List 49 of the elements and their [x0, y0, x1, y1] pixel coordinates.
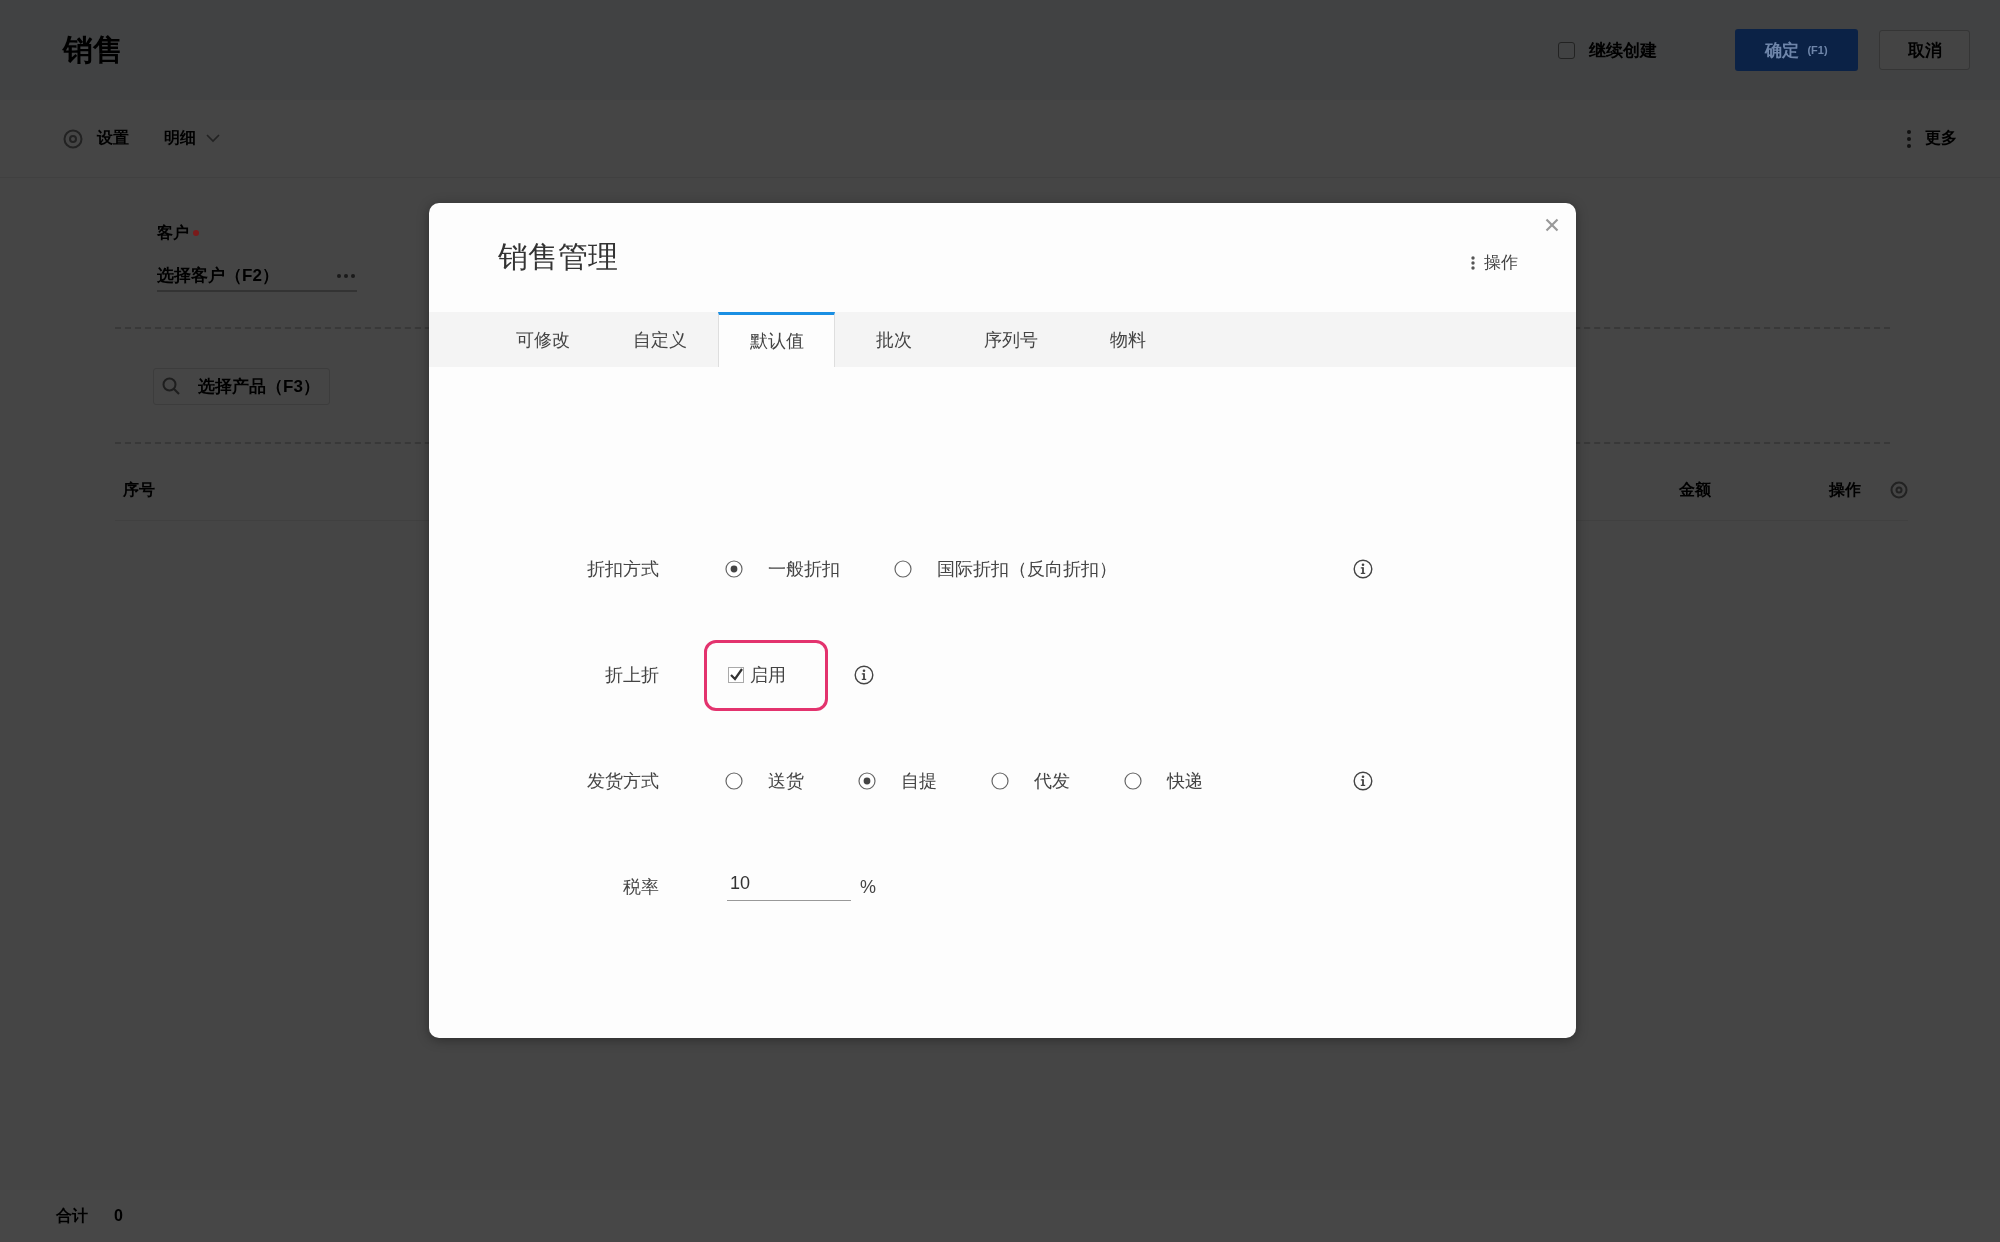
vertical-dots-icon — [1907, 129, 1911, 148]
actions-menu-button[interactable]: 操作 — [1471, 251, 1518, 274]
tab[interactable]: 批次 — [835, 312, 952, 367]
radio-button[interactable] — [725, 772, 743, 790]
customer-field[interactable]: 选择客户（F2） — [157, 262, 357, 292]
field-label: 折扣方式 — [586, 558, 659, 581]
field-label: 客户 — [157, 222, 189, 243]
settings-icon — [63, 128, 83, 149]
search-icon — [162, 377, 180, 395]
unit-label: % — [860, 876, 876, 898]
option-label: 自提 — [901, 770, 937, 793]
radio-button[interactable] — [894, 560, 912, 578]
column-header: 操作 — [1829, 479, 1861, 500]
option-label: 一般折扣 — [768, 558, 840, 581]
radio-button[interactable] — [858, 772, 876, 790]
option-label: 代发 — [1034, 770, 1070, 793]
info-icon[interactable] — [1353, 771, 1373, 791]
tab[interactable]: 序列号 — [952, 312, 1069, 367]
chevron-down-icon — [206, 134, 220, 143]
radio-button[interactable] — [991, 772, 1009, 790]
dialog-title: 销售管理 — [498, 239, 618, 275]
total-value: 0 — [114, 1207, 123, 1225]
confirm-button[interactable]: 确定 (F1) — [1735, 29, 1858, 71]
tab[interactable]: 可修改 — [484, 312, 601, 367]
radio-button[interactable] — [725, 560, 743, 578]
text-input[interactable]: 10 — [727, 873, 851, 901]
info-icon[interactable] — [854, 665, 874, 685]
field-label: 税率 — [622, 876, 659, 899]
tab[interactable]: 物料 — [1069, 312, 1186, 367]
radio-button[interactable] — [1124, 772, 1142, 790]
info-icon[interactable] — [1353, 559, 1373, 579]
field-label: 发货方式 — [586, 770, 659, 793]
option-label: 启用 — [750, 664, 786, 687]
product-search-field[interactable]: 选择产品（F3） — [153, 368, 330, 405]
checkbox[interactable] — [728, 667, 744, 683]
page-title: 销售 — [63, 31, 123, 68]
tab[interactable]: 自定义 — [601, 312, 718, 367]
tab[interactable]: 默认值 — [718, 312, 835, 367]
option-label: 快递 — [1167, 770, 1203, 793]
checkbox-label: 继续创建 — [1589, 39, 1657, 62]
column-header: 金额 — [1679, 479, 1711, 500]
option-label: 送货 — [768, 770, 804, 793]
column-header: 序号 — [123, 479, 155, 500]
option-label: 国际折扣（反向折扣） — [937, 558, 1117, 581]
checkbox[interactable] — [1558, 41, 1575, 59]
vertical-dots-icon — [1471, 255, 1475, 270]
total-label: 合计 — [56, 1205, 88, 1226]
close-icon[interactable] — [1545, 218, 1559, 232]
field-label: 折上折 — [604, 664, 659, 687]
